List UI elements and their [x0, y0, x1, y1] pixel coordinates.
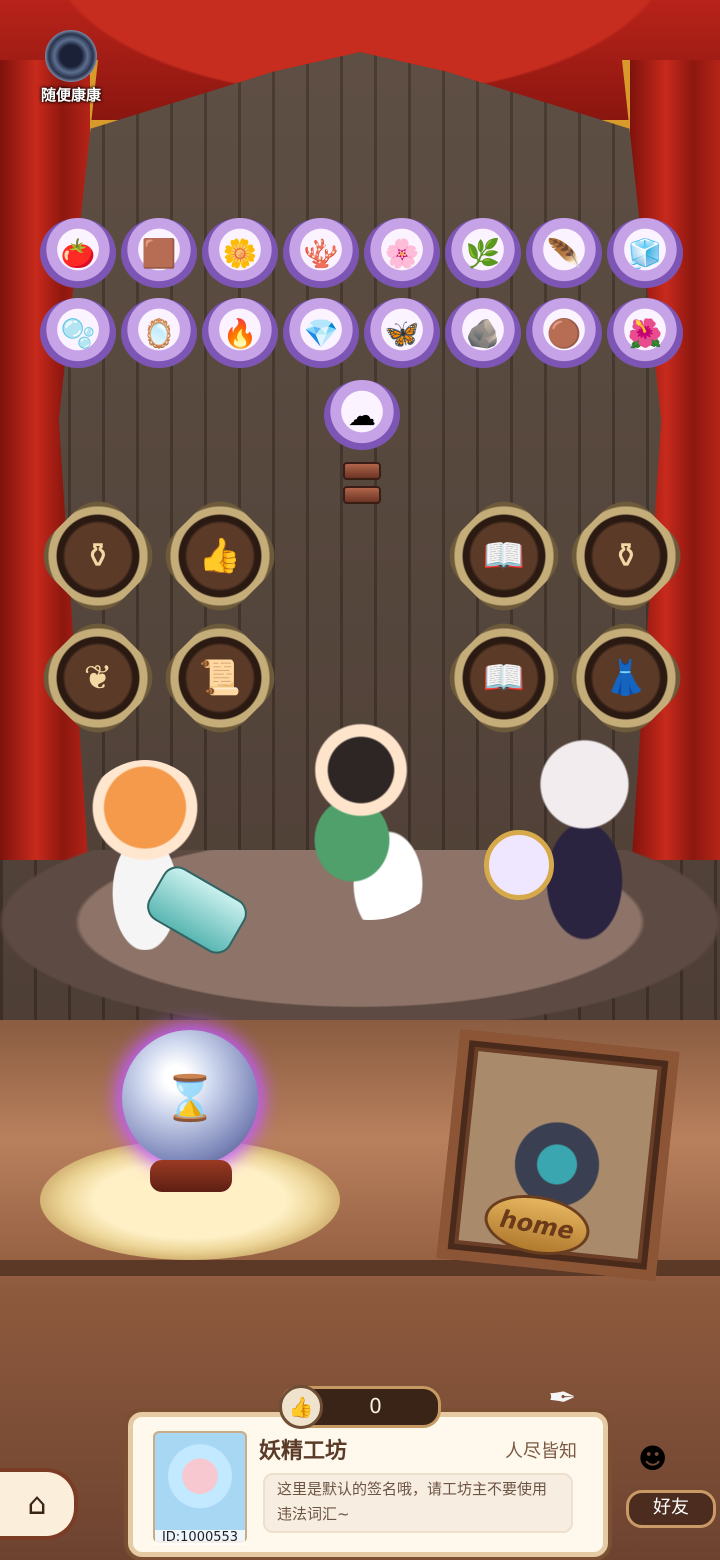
black-beak-icon-glyph: 🪶: [546, 236, 582, 270]
cauldron-sparkle-icon-glyph: ⚱: [611, 536, 641, 576]
character-yin-yang-sage[interactable]: [280, 720, 460, 920]
cauldron-sparkle-icon[interactable]: ⚱: [558, 488, 694, 624]
thumbs-up-icon[interactable]: 👍: [279, 1385, 323, 1429]
white-cube-icon[interactable]: 🧊: [607, 218, 683, 288]
like-counter[interactable]: 👍 0: [279, 1385, 441, 1429]
dark-stone-icon[interactable]: 🪨: [445, 298, 521, 368]
crystal-ball-button[interactable]: ⌛: [122, 1030, 258, 1166]
tomato-icon-glyph: 🍅: [60, 236, 96, 270]
crystal-cloud-icon-glyph: 💎: [303, 316, 339, 350]
like-count: 0: [369, 1394, 382, 1418]
book-icon-glyph: 📖: [482, 658, 526, 698]
portal-ring-icon: [45, 30, 97, 82]
yellow-flower-icon[interactable]: 🌼: [202, 218, 278, 288]
white-cube-icon-glyph: 🧊: [627, 236, 663, 270]
shop-name: 妖精工坊: [259, 1439, 348, 1464]
black-beak-icon[interactable]: 🪶: [526, 218, 602, 288]
flower-crest-icon[interactable]: ❦: [30, 610, 166, 746]
white-cloud-icon-glyph: ☁: [348, 398, 376, 432]
blue-slime-icon-glyph: 🫧: [60, 316, 96, 350]
blue-flower-icon-glyph: 🌺: [627, 316, 663, 350]
fire-ore-icon-glyph: 🔥: [222, 316, 258, 350]
hourglass-icon: ⌛: [162, 1073, 218, 1124]
friends-icon: ☻: [638, 1442, 668, 1475]
game-logo[interactable]: 随便康康: [30, 30, 112, 105]
chocolate-icon-glyph: 🟫: [141, 236, 177, 270]
book-icon[interactable]: 📖: [436, 488, 572, 624]
butterfly-wing-icon[interactable]: 🦋: [364, 298, 440, 368]
friends-label: 好友: [626, 1490, 716, 1528]
magic-mirror-icon[interactable]: 🪞: [121, 298, 197, 368]
logo-text: 随便康康: [40, 86, 101, 104]
dark-stone-icon-glyph: 🪨: [465, 316, 501, 350]
arrow-down-icon[interactable]: [343, 486, 381, 504]
herb-icon-glyph: 🌿: [465, 236, 501, 270]
red-coral-icon-glyph: 🪸: [303, 236, 339, 270]
profile-panel: ID:1000553 妖精工坊 人尽皆知 这里是默认的签名哦，请工坊主不要使用违…: [128, 1412, 608, 1557]
herb-icon[interactable]: 🌿: [445, 218, 521, 288]
tomato-icon[interactable]: 🍅: [40, 218, 116, 288]
thumbs-up-sprout-icon[interactable]: 👍: [152, 488, 288, 624]
orb-stand: [150, 1160, 232, 1192]
yellow-flower-icon-glyph: 🌼: [222, 236, 258, 270]
friends-button[interactable]: ☻ 好友: [626, 1442, 716, 1528]
red-coral-icon[interactable]: 🪸: [283, 218, 359, 288]
cauldron-icon[interactable]: ⚱: [30, 488, 166, 624]
crystal-cloud-icon[interactable]: 💎: [283, 298, 359, 368]
avatar[interactable]: ID:1000553: [153, 1431, 247, 1545]
purple-flower-icon-glyph: 🌸: [384, 236, 420, 270]
home-icon: ⌂: [27, 1486, 47, 1522]
certificate-icon-glyph: 📜: [198, 658, 242, 698]
user-id: ID:1000553: [155, 1530, 245, 1545]
white-cloud-icon[interactable]: ☁: [324, 380, 400, 450]
cauldron-icon-glyph: ⚱: [83, 536, 113, 576]
thumbs-up-sprout-icon-glyph: 👍: [198, 536, 242, 576]
arrow-up-icon[interactable]: [343, 462, 381, 480]
chocolate-icon[interactable]: 🟫: [121, 218, 197, 288]
blue-flower-icon[interactable]: 🌺: [607, 298, 683, 368]
book-icon[interactable]: 📖: [436, 610, 572, 746]
dress-icon-glyph: 👗: [604, 658, 648, 698]
butterfly-wing-icon-glyph: 🦋: [384, 316, 420, 350]
fire-ore-icon[interactable]: 🔥: [202, 298, 278, 368]
mud-pile-icon-glyph: 🟤: [546, 316, 582, 350]
purple-flower-icon[interactable]: 🌸: [364, 218, 440, 288]
certificate-icon[interactable]: 📜: [152, 610, 288, 746]
book-icon-glyph: 📖: [482, 536, 526, 576]
dress-icon[interactable]: 👗: [558, 610, 694, 746]
quill-edit-icon[interactable]: ✒: [548, 1378, 598, 1424]
flower-crest-icon-glyph: ❦: [83, 658, 113, 698]
shop-slogan: 人尽皆知: [505, 1441, 577, 1462]
home-button[interactable]: ⌂: [0, 1468, 78, 1540]
signature-text: 这里是默认的签名哦，请工坊主不要使用违法词汇~: [263, 1473, 573, 1533]
pocket-watch-icon: [484, 830, 554, 900]
mud-pile-icon[interactable]: 🟤: [526, 298, 602, 368]
blue-slime-icon[interactable]: 🫧: [40, 298, 116, 368]
magic-mirror-icon-glyph: 🪞: [141, 316, 177, 350]
scroll-arrows[interactable]: [343, 462, 381, 510]
